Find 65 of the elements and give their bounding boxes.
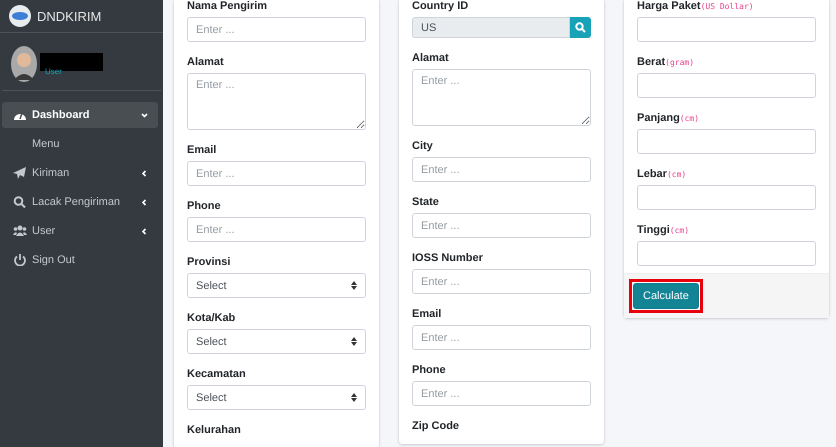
- field-label: IOSS Number: [412, 252, 484, 265]
- search-icon: [13, 196, 27, 208]
- power-icon: [13, 254, 27, 266]
- field-label: Kecamatan: [187, 368, 247, 381]
- field-label: City: [412, 140, 434, 153]
- nav-item[interactable]: Lacak Pengiriman: [2, 189, 158, 215]
- field-label: Phone: [187, 200, 222, 213]
- input-field[interactable]: Enter ...: [187, 161, 366, 186]
- field-label: Phone: [412, 364, 447, 377]
- logo-icon: [9, 5, 31, 27]
- field-label: Email: [412, 308, 442, 321]
- input-field[interactable]: Enter ...: [187, 17, 366, 42]
- field-label: Kelurahan: [187, 424, 242, 437]
- input-field[interactable]: [637, 73, 816, 98]
- input-field[interactable]: [637, 241, 816, 266]
- sort-icon: [351, 337, 357, 346]
- plane-icon: [13, 167, 27, 179]
- field-label: Zip Code: [412, 420, 460, 433]
- chevron-down-icon: [141, 112, 148, 118]
- input-field[interactable]: Enter ...: [412, 325, 591, 350]
- select-field[interactable]: Select: [187, 273, 366, 298]
- field-label: Panjang(cm): [637, 112, 700, 125]
- input-field[interactable]: Enter ...: [412, 269, 591, 294]
- search-button[interactable]: [570, 17, 591, 38]
- users-icon: [13, 225, 27, 237]
- textarea-field[interactable]: Enter ...: [187, 73, 366, 130]
- nav-subitem[interactable]: Menu: [2, 131, 158, 157]
- chevron-left-icon: [141, 170, 148, 176]
- field-label: Tinggi(cm): [637, 224, 690, 237]
- field-label: Alamat: [187, 56, 225, 69]
- nav-item[interactable]: Dashboard: [2, 102, 158, 128]
- select-field[interactable]: Select: [187, 385, 366, 410]
- field-label: Berat(gram): [637, 56, 696, 69]
- input-field[interactable]: Enter ...: [187, 217, 366, 242]
- user-role[interactable]: User: [45, 66, 103, 76]
- chevron-left-icon: [141, 228, 148, 234]
- field-label: Country ID: [412, 0, 470, 13]
- input-field[interactable]: Enter ...: [412, 213, 591, 238]
- nav-item[interactable]: User: [2, 218, 158, 244]
- chevron-left-icon: [141, 198, 148, 206]
- field-label: Alamat: [412, 52, 450, 65]
- nav-item[interactable]: Kiriman: [2, 160, 158, 186]
- country-field[interactable]: US: [412, 17, 570, 38]
- calculate-button[interactable]: Calculate: [633, 283, 699, 309]
- input-field[interactable]: [637, 185, 816, 210]
- nav-item[interactable]: Sign Out: [2, 247, 158, 273]
- field-label: Lebar(cm): [637, 168, 688, 181]
- field-label: Kota/Kab: [187, 312, 236, 325]
- input-field[interactable]: Enter ...: [412, 381, 591, 406]
- redacted-block: [40, 52, 103, 70]
- sort-icon: [351, 281, 357, 290]
- select-field[interactable]: Select: [187, 329, 366, 354]
- input-field[interactable]: [637, 17, 816, 42]
- search-icon: [575, 22, 586, 33]
- field-label: Nama Pengirim: [187, 0, 268, 13]
- avatar-icon: [11, 46, 37, 82]
- sort-icon: [351, 393, 357, 402]
- field-label: State: [412, 196, 440, 209]
- input-field[interactable]: Enter ...: [412, 157, 591, 182]
- brand-name: DNDKIRIM: [37, 8, 102, 24]
- field-label: Harga Paket(US Dollar): [637, 0, 755, 13]
- input-field[interactable]: [637, 129, 816, 154]
- textarea-field[interactable]: Enter ...: [412, 69, 591, 126]
- field-label: Provinsi: [187, 256, 232, 269]
- field-label: Email: [187, 144, 218, 157]
